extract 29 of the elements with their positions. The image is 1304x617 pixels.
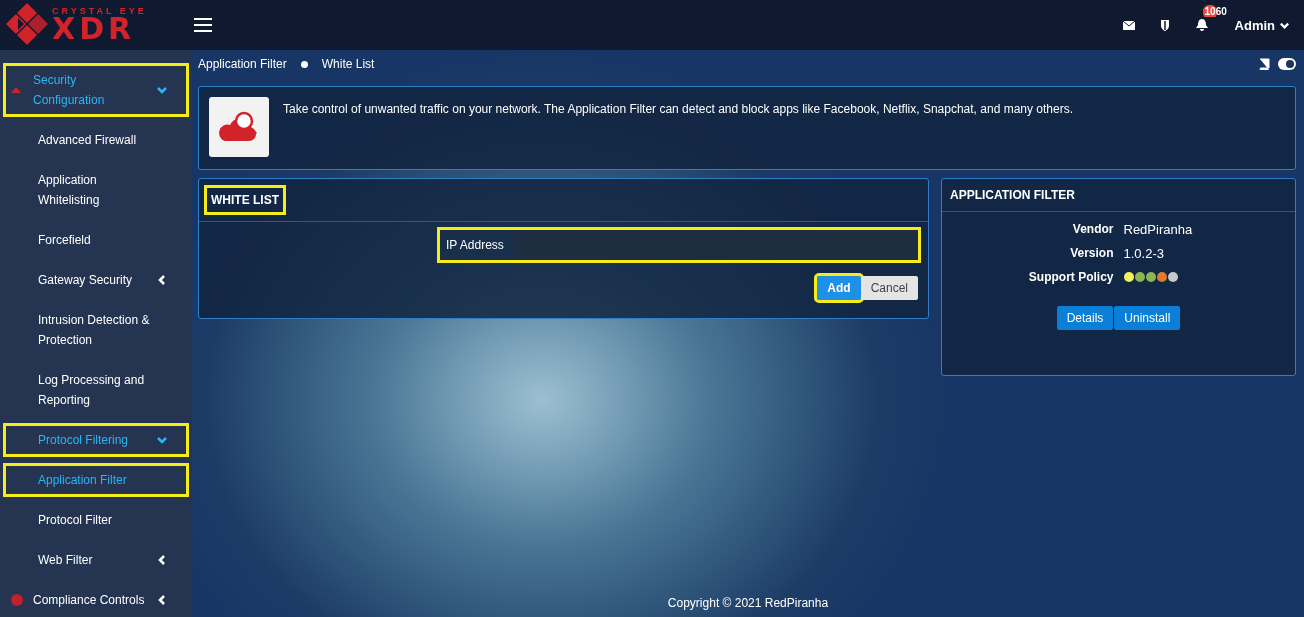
breadcrumb-item: White List bbox=[321, 57, 375, 71]
panel-title: APPLICATION FILTER bbox=[950, 188, 1075, 202]
cancel-button[interactable]: Cancel bbox=[860, 276, 918, 300]
sidebar-item[interactable]: Gateway Security bbox=[0, 260, 192, 300]
sidebar-item[interactable]: Security Configuration bbox=[0, 60, 192, 120]
sidebar-item[interactable]: Forcefield bbox=[0, 220, 192, 260]
logo-tagline: CRYSTAL EYE bbox=[52, 6, 147, 16]
field-label: Version bbox=[1069, 246, 1114, 261]
field-label: Vendor bbox=[1071, 222, 1114, 237]
field-value: RedPiranha bbox=[1123, 222, 1194, 237]
sidebar-item[interactable]: Protocol Filter bbox=[0, 500, 192, 540]
details-button[interactable]: Details bbox=[1056, 306, 1114, 330]
field-value: 1.0.2-3 bbox=[1123, 246, 1165, 261]
description-text: Take control of unwanted traffic on your network. The Application Filter can detect and block apps like Facebook, Netflix, Snapchat, and many others. bbox=[283, 101, 1073, 118]
field-label: Support Policy bbox=[1027, 270, 1114, 284]
sidebar-item[interactable]: Compliance Controls bbox=[0, 580, 192, 617]
logo-wordmark: XDR bbox=[52, 13, 136, 44]
copyright-text: Copyright © 2021 RedPiranha bbox=[667, 596, 829, 610]
sidebar-item[interactable]: Log Processing and Reporting bbox=[0, 360, 192, 420]
sidebar-item[interactable]: Application Filter bbox=[0, 460, 192, 500]
sidebar-item[interactable]: Web Filter bbox=[0, 540, 192, 580]
sidebar-item[interactable]: Application Whitelisting bbox=[0, 160, 192, 220]
sidebar-item[interactable]: Protocol Filtering bbox=[0, 420, 192, 460]
user-menu[interactable]: Admin bbox=[1234, 17, 1290, 33]
sidebar-item[interactable]: Intrusion Detection & Protection bbox=[0, 300, 192, 360]
sidebar-item[interactable]: Advanced Firewall bbox=[0, 120, 192, 160]
breadcrumb-item[interactable]: Application Filter bbox=[198, 57, 287, 71]
uninstall-button[interactable]: Uninstall bbox=[1114, 306, 1181, 330]
panel-title: WHITE LIST bbox=[207, 188, 283, 212]
